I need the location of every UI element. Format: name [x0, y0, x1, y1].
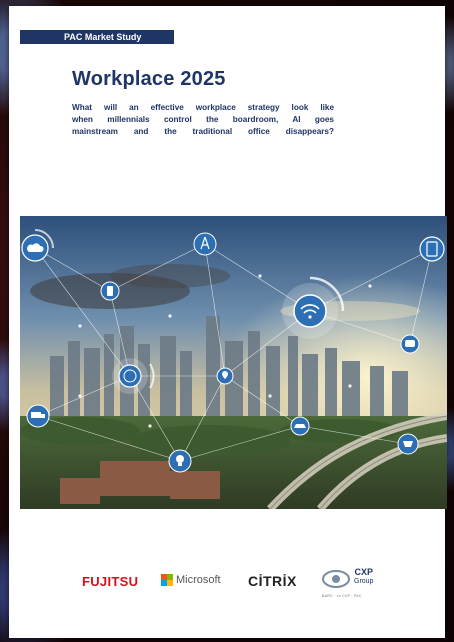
subtitle-line-3: mainstream and the traditional office di…	[72, 127, 334, 136]
page-title: Workplace 2025	[72, 68, 226, 90]
cxp-label: CXP	[354, 567, 373, 577]
lightbulb-icon	[168, 449, 192, 473]
subtitle-line-1: What will an effective workplace strateg…	[72, 103, 334, 112]
cup-icon	[397, 433, 419, 455]
microsoft-logo: Microsoft	[161, 574, 221, 586]
car-icon	[290, 416, 310, 436]
microsoft-windows-icon	[161, 574, 173, 586]
smart-city-illustration	[20, 216, 447, 509]
cxp-group-label: Group	[354, 578, 374, 585]
chat-icon	[400, 334, 420, 354]
hero-image	[20, 216, 447, 509]
subtitle-line-2: when millennials control the boardroom, …	[72, 115, 334, 124]
truck-icon	[26, 404, 50, 428]
tablet-icon	[419, 236, 445, 262]
citrix-logo: CİTRİX	[248, 573, 297, 589]
fujitsu-logo: FUJITSU	[82, 574, 139, 589]
pin-icon	[216, 367, 234, 385]
cxp-subtitle: BARC · Le CXP · PAC	[322, 594, 362, 598]
microsoft-wordmark: Microsoft	[176, 574, 221, 586]
tower-icon	[193, 232, 217, 256]
cover-page: PAC Market Study Workplace 2025 What wil…	[9, 6, 447, 638]
cxp-group-logo: CXP Group BARC · Le CXP · PAC	[322, 566, 386, 602]
phone-icon	[100, 281, 120, 301]
study-tag: PAC Market Study	[20, 30, 174, 44]
partner-logos: FUJITSU Microsoft CİTRİX CXP Group BARC …	[9, 566, 445, 606]
cxp-wordmark: CXP Group	[354, 568, 373, 586]
cxp-eye-icon	[322, 570, 350, 588]
